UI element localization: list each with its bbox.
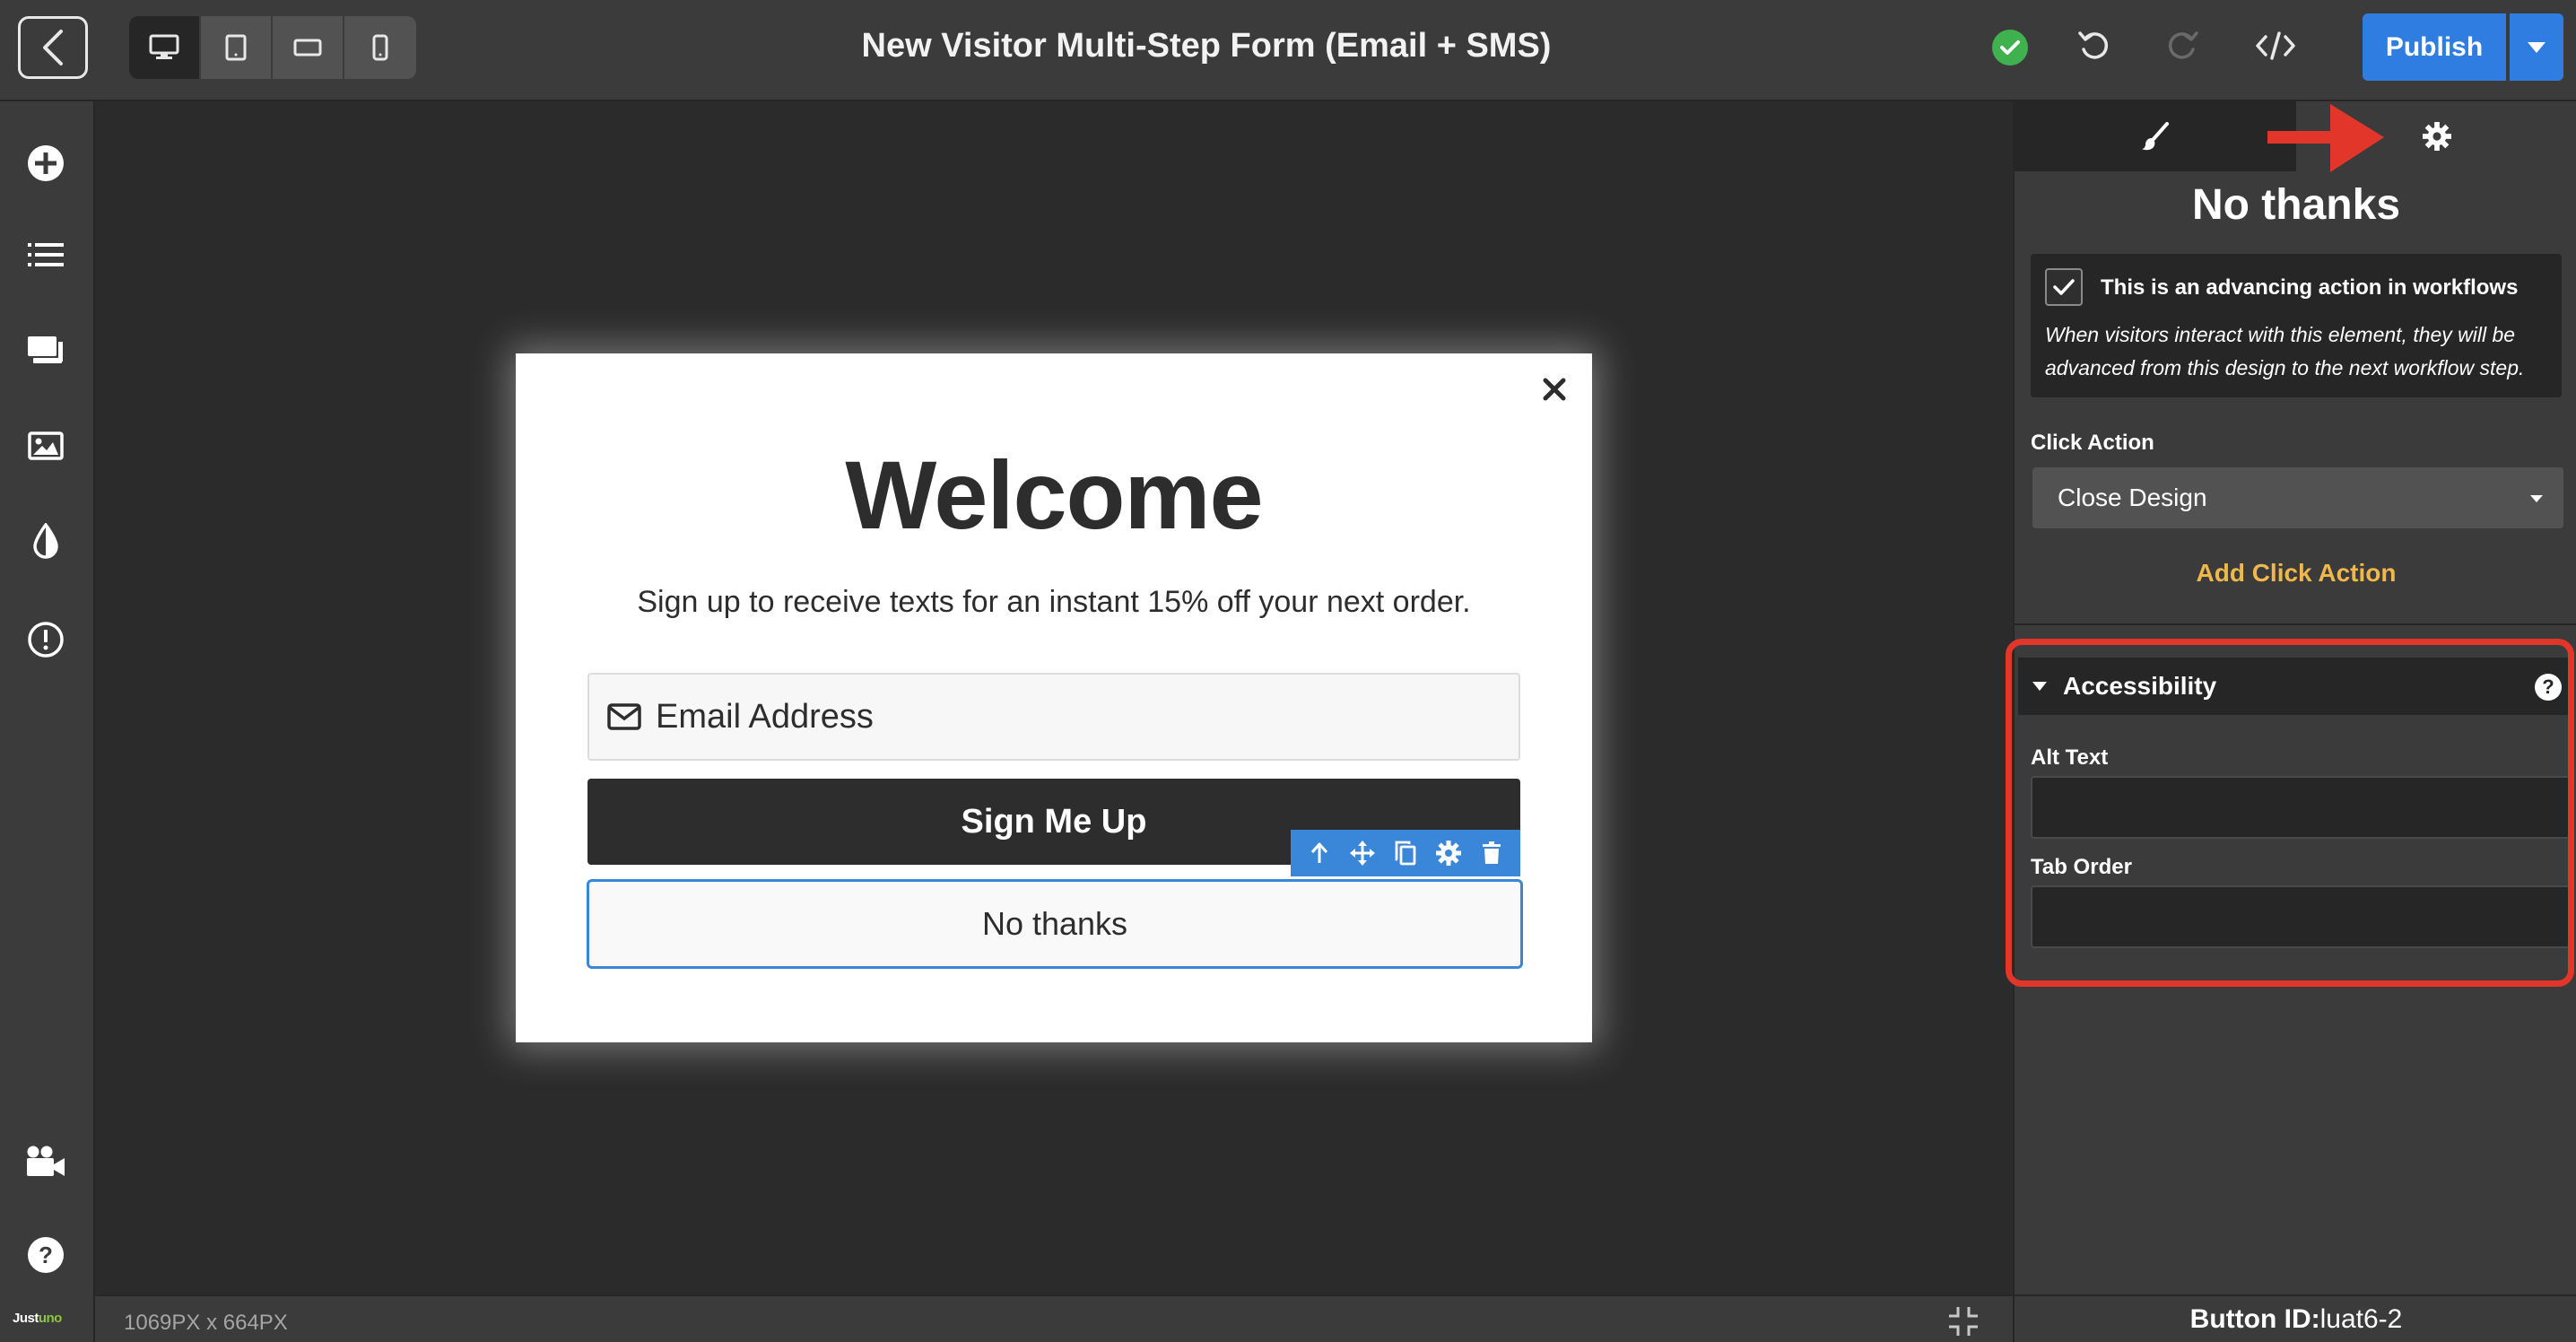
close-icon <box>1543 378 1566 401</box>
gear-icon <box>1436 841 1461 866</box>
tablet-landscape-icon <box>293 39 322 57</box>
windows-icon <box>28 336 63 363</box>
brand-logo: Justuno <box>13 1311 62 1326</box>
publish-button[interactable]: Publish <box>2363 13 2506 81</box>
device-mobile-button[interactable] <box>344 16 416 79</box>
annotation-arrow-icon <box>2267 104 2384 172</box>
duplicate-button[interactable] <box>1390 838 1421 868</box>
envelope-icon <box>607 703 641 730</box>
compress-icon <box>1949 1307 1978 1336</box>
right-panel: No thanks This is an advancing action in… <box>2013 101 2576 1342</box>
plus-circle-icon <box>28 145 64 181</box>
no-thanks-button[interactable]: No thanks <box>587 879 1523 969</box>
question-circle-icon: ? <box>28 1237 64 1273</box>
alt-text-label: Alt Text <box>2031 745 2109 770</box>
email-field[interactable]: Email Address <box>587 673 1520 761</box>
accessibility-title: Accessibility <box>2063 672 2217 700</box>
tab-style[interactable] <box>2015 101 2296 171</box>
divider <box>2015 623 2576 625</box>
video-tutorials-button[interactable] <box>24 1140 67 1183</box>
accessibility-section-header[interactable]: Accessibility ? <box>2018 658 2569 715</box>
drag-handle[interactable] <box>1347 838 1378 868</box>
device-switcher <box>129 16 416 79</box>
saved-status-icon <box>1992 30 2028 65</box>
image-icon <box>28 431 64 460</box>
device-tablet-button[interactable] <box>201 16 273 79</box>
copy-icon <box>1395 841 1416 866</box>
click-action-select[interactable]: Close Design <box>2032 467 2563 528</box>
list-icon <box>28 243 64 266</box>
undo-icon <box>2078 31 2109 59</box>
code-icon <box>2256 31 2295 60</box>
publish-dropdown-button[interactable] <box>2510 13 2563 81</box>
page-title: New Visitor Multi-Step Form (Email + SMS… <box>861 27 1552 65</box>
svg-text:?: ? <box>39 1242 53 1268</box>
advancing-action-label: This is an advancing action in workflows <box>2101 275 2519 300</box>
element-settings-button[interactable] <box>1433 838 1464 868</box>
caret-down-icon <box>2528 41 2546 53</box>
add-click-action-link[interactable]: Add Click Action <box>2015 559 2576 588</box>
theme-colors-button[interactable] <box>24 519 67 562</box>
canvas-dimensions: 1069PX x 664PX <box>124 1311 288 1335</box>
designs-button[interactable] <box>24 328 67 371</box>
help-icon[interactable]: ? <box>2535 674 2562 701</box>
arrow-up-icon <box>1310 842 1328 863</box>
delete-button[interactable] <box>1476 838 1507 868</box>
contrast-drop-icon <box>33 523 58 559</box>
paintbrush-icon <box>2142 122 2169 151</box>
alt-text-input[interactable] <box>2031 776 2572 839</box>
images-button[interactable] <box>24 424 67 467</box>
click-action-label: Click Action <box>2031 431 2154 455</box>
element-toolbar <box>1291 830 1520 876</box>
advancing-action-box: This is an advancing action in workflows… <box>2031 254 2562 397</box>
advancing-action-checkbox[interactable] <box>2045 268 2083 306</box>
undo-button[interactable] <box>2072 23 2117 68</box>
checkmark-icon <box>2053 279 2075 295</box>
button-id-value: luat6-2 <box>2319 1303 2403 1334</box>
tablet-icon <box>225 34 247 61</box>
redo-icon <box>2168 31 2198 59</box>
desktop-icon <box>149 34 179 59</box>
left-sidebar: ? Justuno <box>0 101 95 1342</box>
add-element-button[interactable] <box>24 142 67 185</box>
device-desktop-button[interactable] <box>129 16 201 79</box>
fullscreen-toggle-button[interactable] <box>1945 1303 1981 1339</box>
caret-down-icon <box>2032 682 2047 691</box>
alerts-button[interactable] <box>24 618 67 661</box>
popup-close-button[interactable] <box>1538 373 1571 405</box>
mobile-icon <box>372 34 388 61</box>
device-tablet-landscape-button[interactable] <box>273 16 344 79</box>
popup-title[interactable]: Welcome <box>516 439 1592 551</box>
popup-subtitle[interactable]: Sign up to receive texts for an instant … <box>516 585 1592 620</box>
brand-name-b: uno <box>38 1311 63 1326</box>
top-bar: New Visitor Multi-Step Form (Email + SMS… <box>0 0 2576 101</box>
button-id-label: Button ID: <box>2189 1303 2320 1334</box>
popup-design[interactable]: Welcome Sign up to receive texts for an … <box>516 353 1592 1042</box>
video-camera-icon <box>27 1146 65 1176</box>
button-id-footer: Button ID: luat6-2 <box>2015 1294 2576 1342</box>
tab-order-label: Tab Order <box>2031 855 2132 879</box>
advancing-action-description: When visitors interact with this element… <box>2045 323 2525 379</box>
tab-order-input[interactable] <box>2031 885 2572 948</box>
chevron-left-icon <box>43 30 63 65</box>
code-view-button[interactable] <box>2253 23 2298 68</box>
gear-icon <box>2423 122 2451 151</box>
back-button[interactable] <box>18 16 88 79</box>
trash-icon <box>1483 841 1501 864</box>
exclamation-circle-icon <box>28 622 64 658</box>
canvas-footer: 1069PX x 664PX <box>95 1294 2013 1342</box>
brand-name-a: Just <box>13 1311 39 1326</box>
redo-button[interactable] <box>2160 23 2205 68</box>
layers-button[interactable] <box>24 233 67 276</box>
move-up-button[interactable] <box>1304 838 1335 868</box>
caret-down-icon <box>2530 495 2543 502</box>
move-arrows-icon <box>1350 841 1375 866</box>
email-placeholder: Email Address <box>656 697 874 736</box>
help-button[interactable]: ? <box>24 1233 67 1277</box>
click-action-value: Close Design <box>2058 484 2207 511</box>
selected-element-title: No thanks <box>2191 181 2401 229</box>
